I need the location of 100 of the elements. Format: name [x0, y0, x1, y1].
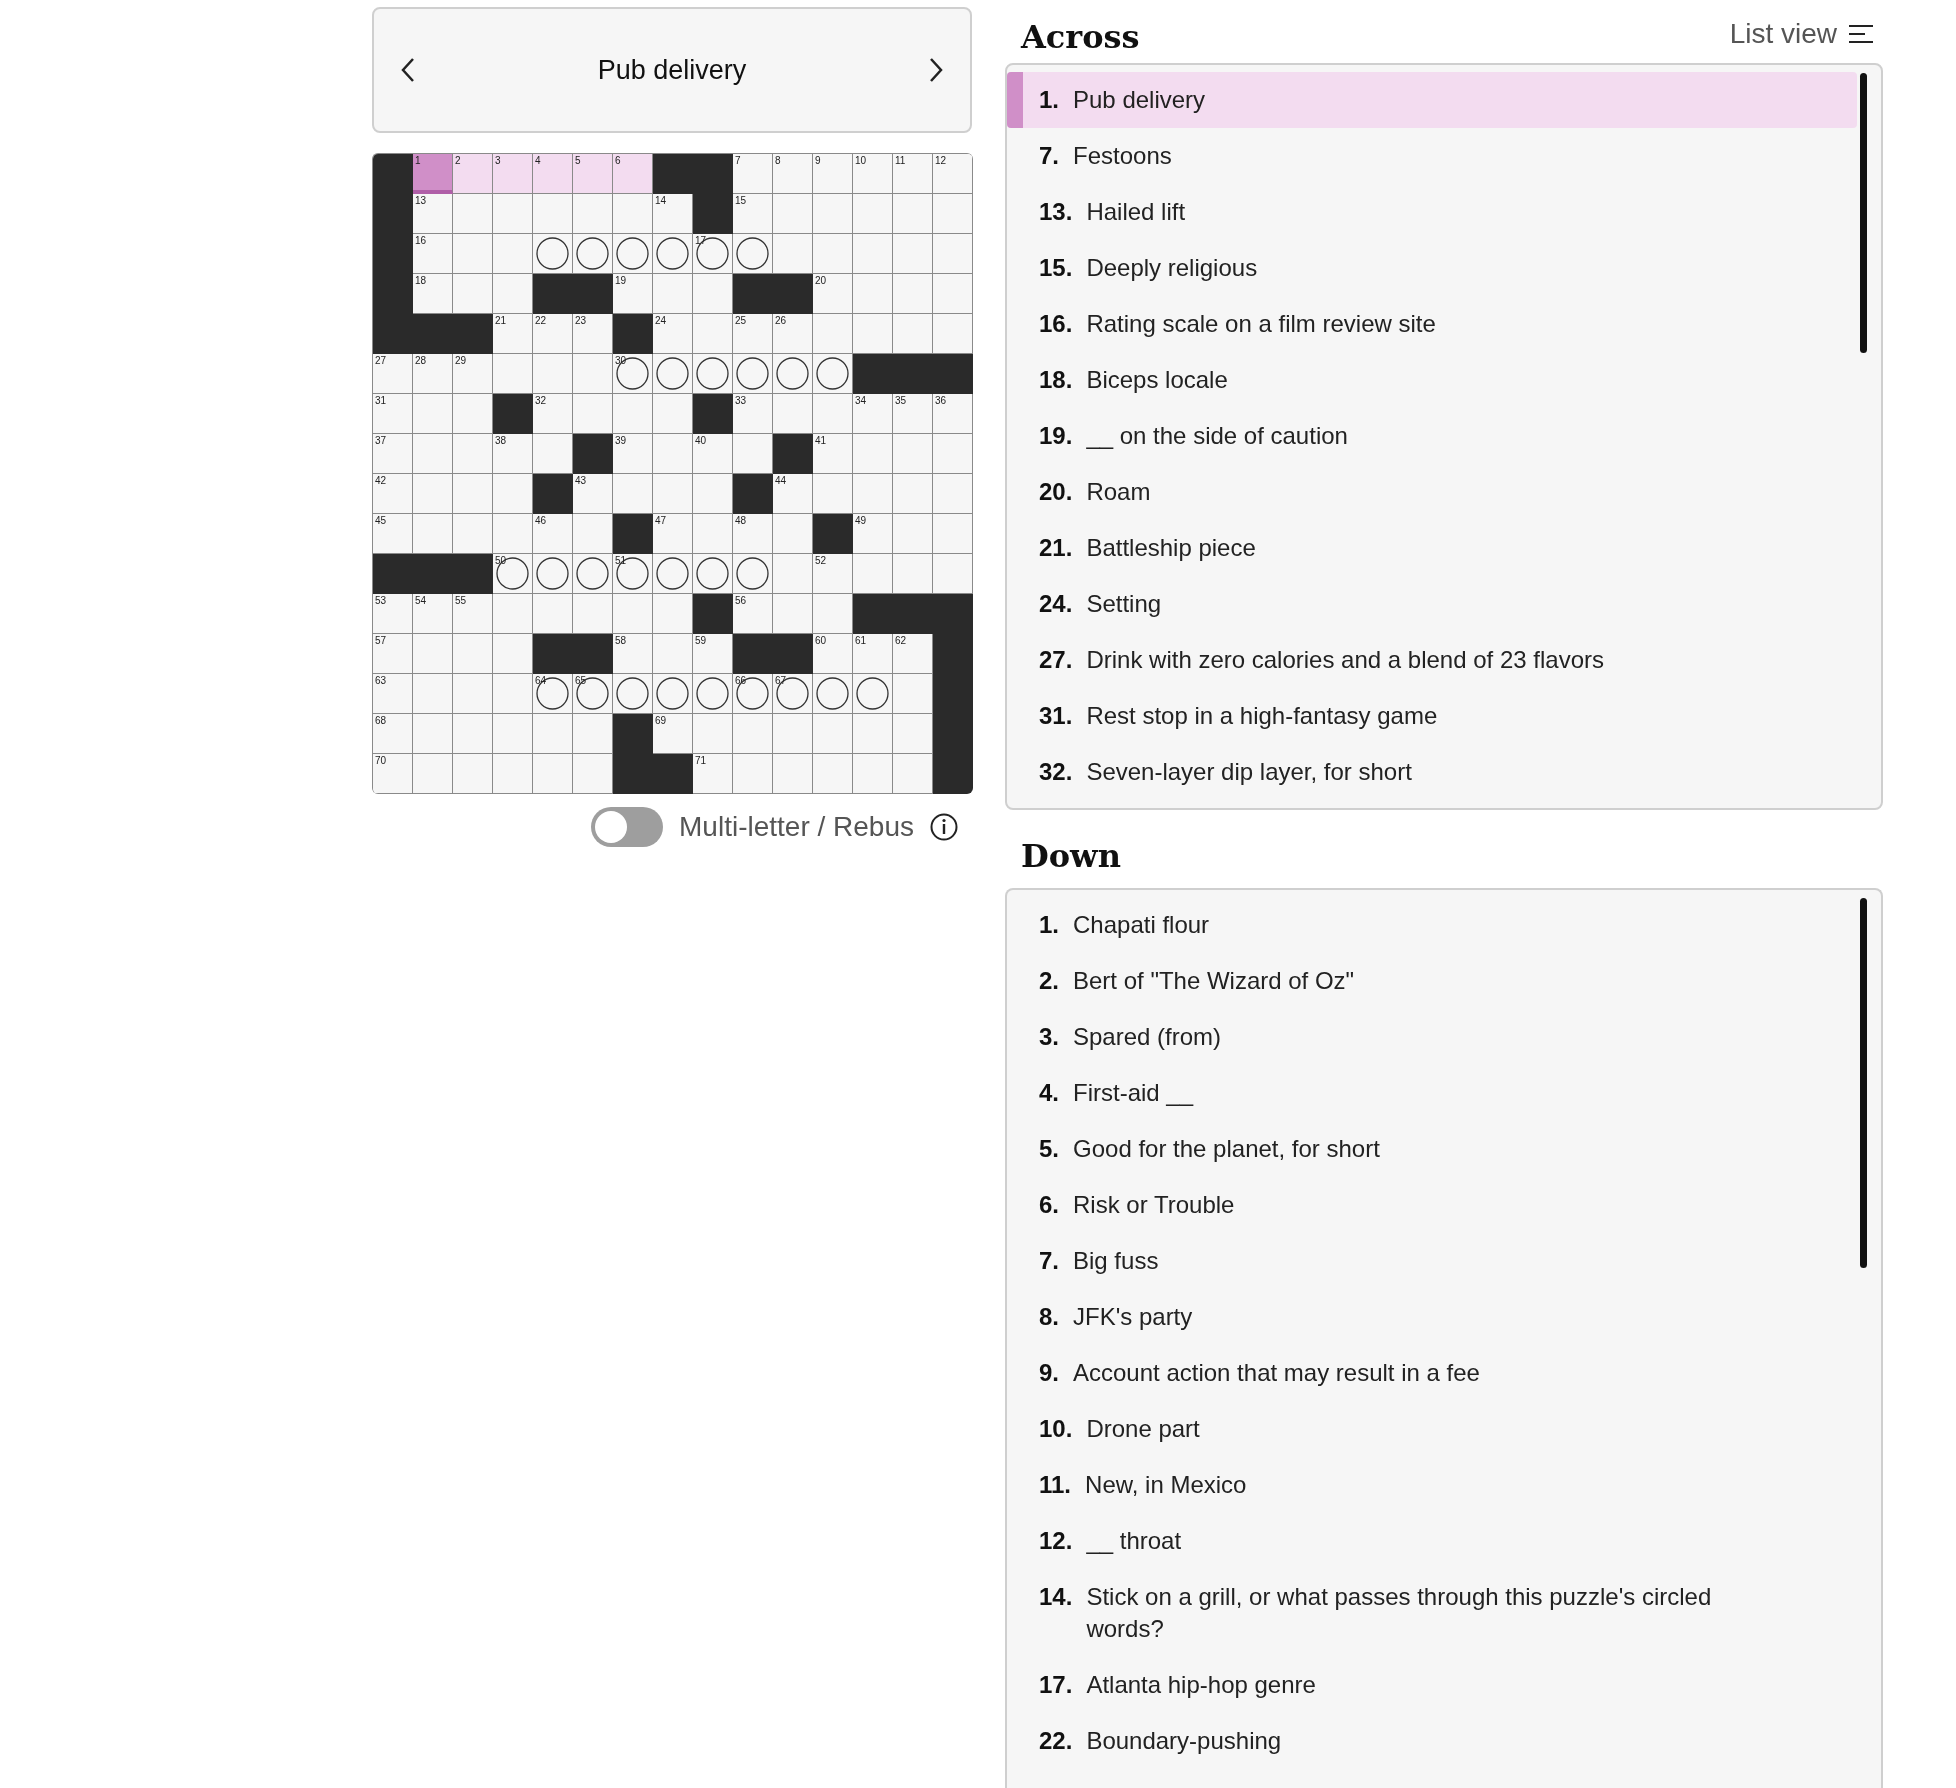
grid-cell[interactable]: [453, 194, 493, 234]
grid-cell[interactable]: [693, 354, 733, 394]
grid-cell[interactable]: [413, 674, 453, 714]
grid-cell[interactable]: 14: [653, 194, 693, 234]
grid-cell[interactable]: [573, 234, 613, 274]
grid-cell[interactable]: [573, 594, 613, 634]
grid-cell[interactable]: 27: [373, 354, 413, 394]
grid-cell[interactable]: [933, 434, 973, 474]
clue-item[interactable]: 20. Roam: [1007, 464, 1857, 520]
grid-cell[interactable]: [813, 314, 853, 354]
clue-item[interactable]: 31. Rest stop in a high-fantasy game: [1007, 688, 1857, 744]
grid-cell[interactable]: 48: [733, 514, 773, 554]
grid-cell[interactable]: 1: [413, 154, 453, 194]
grid-cell[interactable]: [573, 714, 613, 754]
grid-cell[interactable]: 21: [493, 314, 533, 354]
clue-item[interactable]: 9. Account action that may result in a fee: [1007, 1345, 1821, 1401]
grid-cell[interactable]: [773, 354, 813, 394]
grid-cell[interactable]: 50: [493, 554, 533, 594]
grid-cell[interactable]: [853, 434, 893, 474]
grid-cell[interactable]: [733, 354, 773, 394]
grid-cell[interactable]: 40: [693, 434, 733, 474]
grid-cell[interactable]: 26: [773, 314, 813, 354]
grid-cell[interactable]: [773, 234, 813, 274]
clue-item[interactable]: 12. __ throat: [1007, 1513, 1821, 1569]
clue-item[interactable]: 4. First-aid __: [1007, 1065, 1821, 1121]
grid-cell[interactable]: [413, 754, 453, 794]
grid-cell[interactable]: [493, 754, 533, 794]
grid-cell[interactable]: 63: [373, 674, 413, 714]
grid-cell[interactable]: 17: [693, 234, 733, 274]
grid-cell[interactable]: [733, 554, 773, 594]
grid-cell[interactable]: 28: [413, 354, 453, 394]
grid-cell[interactable]: [813, 594, 853, 634]
grid-cell[interactable]: 36: [933, 394, 973, 434]
grid-cell[interactable]: [573, 394, 613, 434]
grid-cell[interactable]: [533, 234, 573, 274]
clue-item[interactable]: 18. Biceps locale: [1007, 352, 1857, 408]
grid-cell[interactable]: 69: [653, 714, 693, 754]
grid-cell[interactable]: 29: [453, 354, 493, 394]
grid-cell[interactable]: [613, 234, 653, 274]
grid-cell[interactable]: [533, 354, 573, 394]
previous-button[interactable]: [400, 57, 416, 83]
grid-cell[interactable]: [853, 474, 893, 514]
grid-cell[interactable]: 58: [613, 634, 653, 674]
grid-cell[interactable]: 6: [613, 154, 653, 194]
grid-cell[interactable]: 67: [773, 674, 813, 714]
grid-cell[interactable]: [413, 514, 453, 554]
grid-cell[interactable]: 60: [813, 634, 853, 674]
grid-cell[interactable]: [453, 234, 493, 274]
grid-cell[interactable]: [453, 714, 493, 754]
rebus-toggle[interactable]: [591, 807, 664, 847]
grid-cell[interactable]: [813, 394, 853, 434]
grid-cell[interactable]: [813, 234, 853, 274]
grid-cell[interactable]: [693, 474, 733, 514]
grid-cell[interactable]: 35: [893, 394, 933, 434]
grid-cell[interactable]: [653, 554, 693, 594]
grid-cell[interactable]: [453, 674, 493, 714]
grid-cell[interactable]: [893, 474, 933, 514]
clue-item[interactable]: 22. Boundary-pushing: [1007, 1713, 1821, 1769]
grid-cell[interactable]: [813, 474, 853, 514]
grid-cell[interactable]: 52: [813, 554, 853, 594]
grid-cell[interactable]: 62: [893, 634, 933, 674]
grid-cell[interactable]: [813, 354, 853, 394]
grid-cell[interactable]: [413, 394, 453, 434]
grid-cell[interactable]: [413, 714, 453, 754]
grid-cell[interactable]: [853, 314, 893, 354]
grid-cell[interactable]: [653, 354, 693, 394]
grid-cell[interactable]: [893, 714, 933, 754]
grid-cell[interactable]: 65: [573, 674, 613, 714]
grid-cell[interactable]: [653, 594, 693, 634]
grid-cell[interactable]: [773, 394, 813, 434]
grid-cell[interactable]: [853, 194, 893, 234]
grid-cell[interactable]: 71: [693, 754, 733, 794]
grid-cell[interactable]: [653, 234, 693, 274]
grid-cell[interactable]: [693, 514, 733, 554]
grid-cell[interactable]: [693, 674, 733, 714]
grid-cell[interactable]: [733, 234, 773, 274]
grid-cell[interactable]: [773, 754, 813, 794]
grid-cell[interactable]: [733, 714, 773, 754]
grid-cell[interactable]: [933, 234, 973, 274]
clue-item[interactable]: 19. __ on the side of caution: [1007, 408, 1857, 464]
grid-cell[interactable]: [773, 594, 813, 634]
grid-cell[interactable]: 3: [493, 154, 533, 194]
grid-cell[interactable]: [773, 554, 813, 594]
grid-cell[interactable]: 55: [453, 594, 493, 634]
clue-item[interactable]: 13. Hailed lift: [1007, 184, 1857, 240]
grid-cell[interactable]: [933, 514, 973, 554]
grid-cell[interactable]: 64: [533, 674, 573, 714]
grid-cell[interactable]: [933, 194, 973, 234]
grid-cell[interactable]: [813, 754, 853, 794]
grid-cell[interactable]: 68: [373, 714, 413, 754]
grid-cell[interactable]: 20: [813, 274, 853, 314]
grid-cell[interactable]: 11: [893, 154, 933, 194]
grid-cell[interactable]: 45: [373, 514, 413, 554]
grid-cell[interactable]: 24: [653, 314, 693, 354]
clue-item[interactable]: 15. Deeply religious: [1007, 240, 1857, 296]
grid-cell[interactable]: [613, 674, 653, 714]
grid-cell[interactable]: [853, 754, 893, 794]
grid-cell[interactable]: 12: [933, 154, 973, 194]
clue-item[interactable]: 7. Festoons: [1007, 128, 1857, 184]
grid-cell[interactable]: [653, 474, 693, 514]
